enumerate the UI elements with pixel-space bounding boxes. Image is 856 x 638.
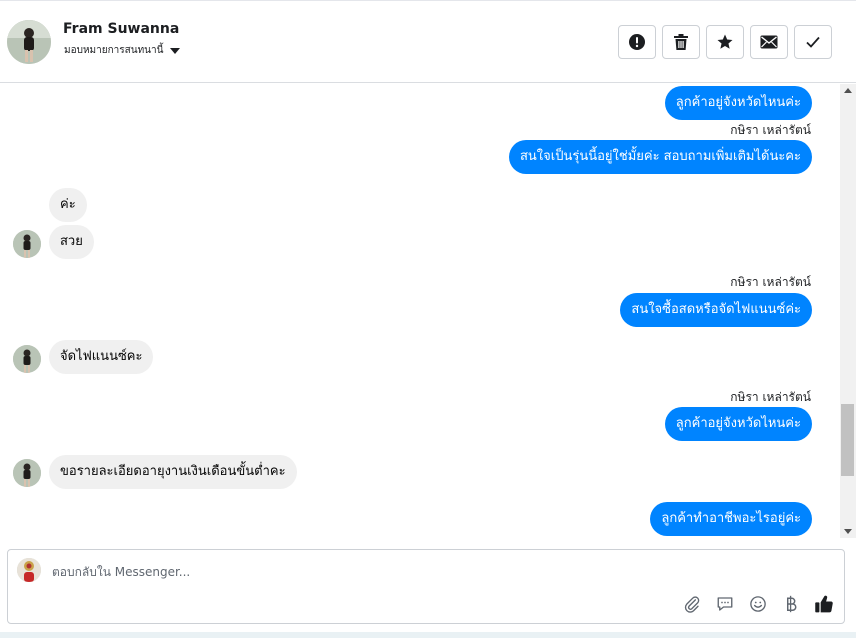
conversation-actions	[618, 25, 832, 59]
star-button[interactable]	[706, 25, 744, 59]
incoming-message[interactable]: สวย	[49, 225, 94, 259]
contact-avatar-small	[13, 230, 41, 258]
composer-tools	[682, 594, 834, 614]
emoji-icon	[750, 596, 766, 612]
sender-name: กษิรา เหล่ารัตน์	[730, 275, 811, 289]
outgoing-message[interactable]: ลูกค้าอยู่จังหวัดไหนค่ะ	[664, 407, 812, 441]
exclamation-icon	[629, 34, 645, 50]
incoming-message[interactable]: ขอรายละเอียดอายุงานเงินเดือนขั้นต่ำคะ	[49, 455, 297, 489]
attach-file-button[interactable]	[682, 594, 702, 614]
message-thread[interactable]: ลูกค้าอยู่จังหวัดไหนค่ะ กษิรา เหล่ารัตน์…	[0, 84, 840, 538]
sender-name: กษิรา เหล่ารัตน์	[730, 390, 811, 404]
emoji-button[interactable]	[748, 594, 768, 614]
conversation-header: Fram Suwanna มอบหมายการสนทนานี้	[0, 0, 856, 83]
incoming-message[interactable]: จัดไฟแนนซ์คะ	[49, 340, 154, 374]
assign-conversation-label: มอบหมายการสนทนานี้	[64, 45, 164, 56]
outgoing-message[interactable]: สนใจเป็นรุ่นนี้อยู่ใช่มั้ยค่ะ สอบถามเพิ่…	[508, 140, 812, 174]
contact-name: Fram Suwanna	[63, 21, 180, 37]
send-like-button[interactable]	[814, 594, 834, 614]
mark-unread-button[interactable]	[750, 25, 788, 59]
baht-icon	[786, 595, 797, 613]
scrollbar-thumb[interactable]	[841, 404, 854, 476]
reply-input[interactable]	[52, 565, 752, 579]
mark-spam-button[interactable]	[618, 25, 656, 59]
thread-scrollbar[interactable]	[840, 84, 856, 538]
saved-replies-button[interactable]	[715, 594, 735, 614]
reply-composer	[7, 549, 845, 624]
thumbs-up-icon	[815, 595, 833, 613]
outgoing-message[interactable]: ลูกค้าอยู่จังหวัดไหนค่ะ	[664, 86, 812, 120]
mark-done-button[interactable]	[794, 25, 832, 59]
bottom-border	[0, 632, 856, 638]
outgoing-message[interactable]: ลูกค้าทำอาชีพอะไรอยู่ค่ะ	[650, 502, 812, 536]
saved-reply-icon	[717, 597, 733, 611]
payment-button[interactable]	[781, 594, 801, 614]
outgoing-message[interactable]: สนใจซื้อสดหรือจัดไฟแนนซ์ค่ะ	[620, 293, 812, 327]
contact-avatar-small	[13, 459, 41, 487]
sender-name: กษิรา เหล่ารัตน์	[730, 123, 811, 137]
page-avatar	[17, 558, 41, 582]
incoming-message[interactable]: ค่ะ	[49, 188, 87, 222]
header-top-border	[0, 0, 856, 3]
scroll-down-arrow-icon[interactable]	[844, 529, 852, 534]
envelope-icon	[760, 35, 778, 49]
contact-avatar-small	[13, 345, 41, 373]
contact-avatar[interactable]	[7, 20, 51, 64]
check-icon	[806, 36, 820, 48]
assign-conversation-dropdown[interactable]: มอบหมายการสนทนานี้	[64, 43, 181, 58]
caret-down-icon	[170, 48, 181, 54]
scroll-up-arrow-icon[interactable]	[844, 88, 852, 93]
delete-button[interactable]	[662, 25, 700, 59]
paperclip-icon	[684, 596, 700, 613]
trash-icon	[674, 34, 688, 50]
star-icon	[717, 34, 733, 49]
